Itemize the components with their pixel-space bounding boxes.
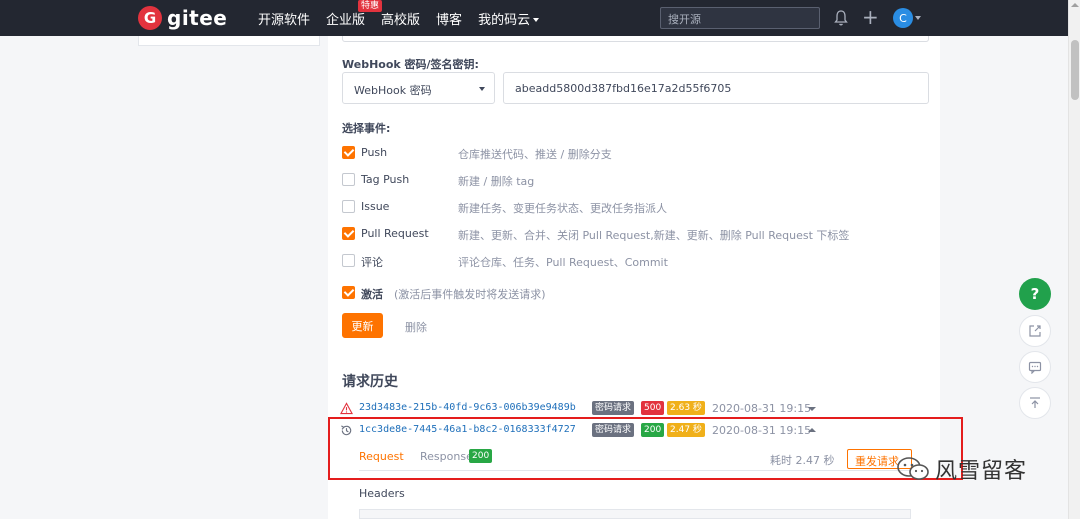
scrollbar-thumb[interactable] <box>1071 40 1079 100</box>
headers-content <box>359 509 911 519</box>
event-name: Pull Request <box>361 227 429 240</box>
secret-type-value: WebHook 密码 <box>354 84 432 97</box>
promo-badge: 特惠 <box>358 0 383 12</box>
request-time: 2020-08-31 19:15 <box>712 402 812 415</box>
warning-icon <box>340 402 353 415</box>
activate-hint: (激活后事件触发时将发送请求) <box>394 288 546 301</box>
nav-link-open-source[interactable]: 开源软件 <box>258 9 310 28</box>
event-name: 评论 <box>361 256 383 269</box>
request-row[interactable]: 23d3483e-215b-40fd-9c63-006b39e9489b 密码请… <box>340 401 840 417</box>
watermark-text: 风雪留客 <box>935 459 1028 484</box>
event-name: Issue <box>361 200 390 213</box>
page-scrollbar[interactable] <box>1068 0 1080 519</box>
nav-links: 开源软件 企业版 特惠 高校版 博客 我的码云 <box>258 0 555 36</box>
request-history-title: 请求历史 <box>342 374 398 390</box>
nav-link-blog[interactable]: 博客 <box>436 9 462 28</box>
gitee-logo-text: gitee <box>167 6 228 30</box>
help-button[interactable]: ? <box>1019 278 1051 310</box>
chevron-down-icon <box>533 18 540 22</box>
url-input-bottom-edge[interactable] <box>342 36 929 42</box>
delete-button[interactable]: 删除 <box>405 319 427 335</box>
nav-link-my-gitee-label: 我的码云 <box>478 12 531 28</box>
event-pull-request: Pull Request 新建、更新、合并、关闭 Pull Request,新建… <box>342 226 902 242</box>
watermark: 风雪留客 <box>895 453 1027 485</box>
event-desc: 新建、更新、合并、关闭 Pull Request,新建、更新、删除 Pull R… <box>458 229 850 242</box>
event-desc: 评论仓库、任务、Pull Request、Commit <box>458 256 668 269</box>
tab-request[interactable]: Request <box>359 450 404 463</box>
response-status-badge: 200 <box>469 449 493 463</box>
wechat-icon <box>897 457 929 480</box>
events-label: 选择事件: <box>342 122 391 135</box>
plus-icon[interactable]: + <box>862 6 879 28</box>
event-push: Push 仓库推送代码、推送 / 删除分支 <box>342 145 902 161</box>
bell-icon[interactable] <box>833 9 849 27</box>
chat-icon <box>1028 361 1042 374</box>
secret-label: WebHook 密码/签名密钥: <box>342 58 479 71</box>
avatar[interactable]: C <box>893 8 913 28</box>
activate-label: 激活 <box>361 288 383 301</box>
event-push-checkbox[interactable] <box>342 146 355 159</box>
secret-input[interactable]: abeadd5800d387fbd16e17a2d55f6705 <box>503 72 929 104</box>
scroll-up-arrow-icon[interactable] <box>1071 3 1079 7</box>
headers-label: Headers <box>359 487 405 500</box>
duration-badge: 2.63 秒 <box>667 401 705 415</box>
event-pull-request-checkbox[interactable] <box>342 227 355 240</box>
activate-row: 激活 (激活后事件触发时将发送请求) <box>342 285 902 301</box>
event-tag-push-checkbox[interactable] <box>342 173 355 186</box>
back-to-top-button[interactable] <box>1019 387 1051 419</box>
tab-divider <box>359 470 911 471</box>
chat-button[interactable] <box>1019 351 1051 383</box>
event-desc: 新建任务、变更任务状态、更改任务指派人 <box>458 202 667 215</box>
activate-checkbox[interactable] <box>342 286 355 299</box>
tab-response[interactable]: Response <box>420 450 473 463</box>
secret-type-select[interactable]: WebHook 密码 <box>342 72 495 104</box>
event-comment-checkbox[interactable] <box>342 254 355 267</box>
sidebar-card <box>138 36 320 46</box>
top-navbar: G gitee 开源软件 企业版 特惠 高校版 博客 我的码云 搜开源 + C <box>0 0 1068 36</box>
elapsed-time: 耗时 2.47 秒 <box>770 454 835 467</box>
nav-link-my-gitee[interactable]: 我的码云 <box>478 9 540 28</box>
status-badge: 500 <box>641 401 665 415</box>
avatar-chevron-down-icon[interactable] <box>915 16 921 20</box>
event-tag-push: Tag Push 新建 / 删除 tag <box>342 172 902 188</box>
event-name: Push <box>361 146 388 159</box>
update-button[interactable]: 更新 <box>342 313 383 338</box>
chevron-down-icon[interactable] <box>808 407 816 411</box>
event-issue-checkbox[interactable] <box>342 200 355 213</box>
request-type-tag: 密码请求 <box>592 401 635 415</box>
feedback-button[interactable] <box>1019 315 1051 347</box>
search-input[interactable]: 搜开源 <box>660 7 820 29</box>
request-id[interactable]: 23d3483e-215b-40fd-9c63-006b39e9489b <box>359 402 576 413</box>
nav-link-university[interactable]: 高校版 <box>381 9 420 28</box>
chevron-down-icon <box>479 87 485 91</box>
event-desc: 新建 / 删除 tag <box>458 175 535 188</box>
nav-link-enterprise-label: 企业版 <box>326 12 366 28</box>
nav-link-enterprise[interactable]: 企业版 特惠 <box>326 0 383 28</box>
arrow-up-icon <box>1030 397 1040 408</box>
event-issue: Issue 新建任务、变更任务状态、更改任务指派人 <box>342 199 902 215</box>
event-name: Tag Push <box>361 173 410 186</box>
edit-icon <box>1029 325 1041 337</box>
gitee-logo-icon: G <box>138 6 162 30</box>
event-desc: 仓库推送代码、推送 / 删除分支 <box>458 148 612 161</box>
gitee-logo[interactable]: G gitee <box>138 6 227 30</box>
event-comment: 评论 评论仓库、任务、Pull Request、Commit <box>342 253 902 269</box>
